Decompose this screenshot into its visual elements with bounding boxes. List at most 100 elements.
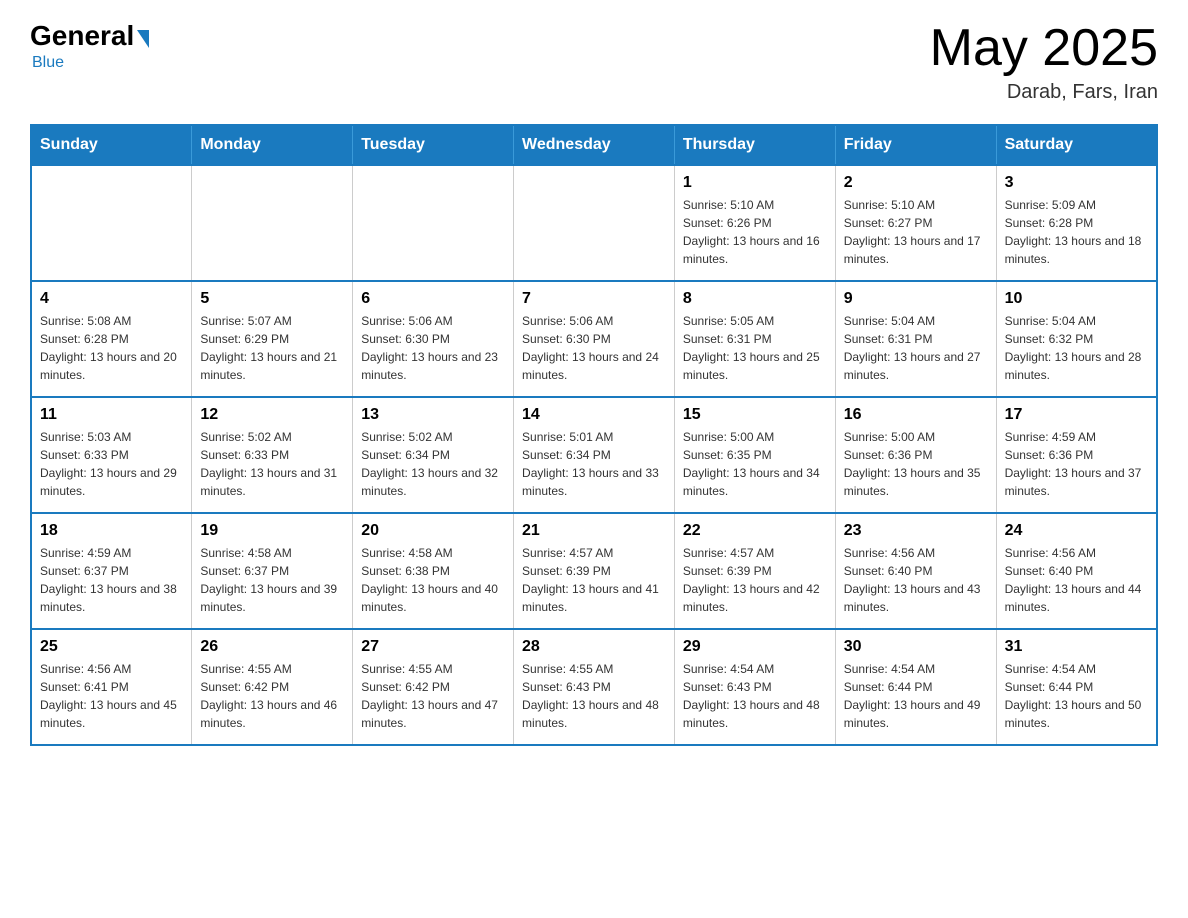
day-number: 5 xyxy=(200,290,344,308)
calendar-cell: 5 Sunrise: 5:07 AM Sunset: 6:29 PM Daylig… xyxy=(192,281,353,397)
day-number: 27 xyxy=(361,638,505,656)
day-number: 6 xyxy=(361,290,505,308)
calendar-table: SundayMondayTuesdayWednesdayThursdayFrid… xyxy=(30,124,1158,746)
day-info: Sunrise: 4:58 AM Sunset: 6:37 PM Dayligh… xyxy=(200,544,344,616)
day-number: 8 xyxy=(683,290,827,308)
day-number: 13 xyxy=(361,406,505,424)
day-number: 19 xyxy=(200,522,344,540)
calendar-cell: 1Sunrise: 5:10 AM Sunset: 6:26 PM Daylig… xyxy=(674,165,835,281)
day-info: Sunrise: 4:58 AM Sunset: 6:38 PM Dayligh… xyxy=(361,544,505,616)
day-info: Sunrise: 5:01 AM Sunset: 6:34 PM Dayligh… xyxy=(522,428,666,500)
logo-arrow-icon xyxy=(137,30,149,48)
calendar-cell: 18 Sunrise: 4:59 AM Sunset: 6:37 PM Dayli… xyxy=(31,513,192,629)
day-info: Sunrise: 5:10 AM Sunset: 6:26 PM Dayligh… xyxy=(683,196,827,268)
calendar-cell: 27 Sunrise: 4:55 AM Sunset: 6:42 PM Dayli… xyxy=(353,629,514,745)
day-info: Sunrise: 4:55 AM Sunset: 6:42 PM Dayligh… xyxy=(200,660,344,732)
day-info: Sunrise: 5:03 AM Sunset: 6:33 PM Dayligh… xyxy=(40,428,183,500)
day-number: 15 xyxy=(683,406,827,424)
calendar-cell: 25 Sunrise: 4:56 AM Sunset: 6:41 PM Dayli… xyxy=(31,629,192,745)
calendar-cell: 7 Sunrise: 5:06 AM Sunset: 6:30 PM Daylig… xyxy=(514,281,675,397)
calendar-cell: 11Sunrise: 5:03 AM Sunset: 6:33 PM Dayli… xyxy=(31,397,192,513)
calendar-cell: 9 Sunrise: 5:04 AM Sunset: 6:31 PM Daylig… xyxy=(835,281,996,397)
day-info: Sunrise: 5:06 AM Sunset: 6:30 PM Dayligh… xyxy=(361,312,505,384)
calendar-week-row: 11Sunrise: 5:03 AM Sunset: 6:33 PM Dayli… xyxy=(31,397,1157,513)
weekday-header-friday: Friday xyxy=(835,125,996,165)
calendar-cell xyxy=(31,165,192,281)
calendar-cell: 3 Sunrise: 5:09 AM Sunset: 6:28 PM Daylig… xyxy=(996,165,1157,281)
day-info: Sunrise: 5:06 AM Sunset: 6:30 PM Dayligh… xyxy=(522,312,666,384)
day-info: Sunrise: 4:57 AM Sunset: 6:39 PM Dayligh… xyxy=(683,544,827,616)
day-info: Sunrise: 5:07 AM Sunset: 6:29 PM Dayligh… xyxy=(200,312,344,384)
day-info: Sunrise: 5:00 AM Sunset: 6:36 PM Dayligh… xyxy=(844,428,988,500)
calendar-cell: 23 Sunrise: 4:56 AM Sunset: 6:40 PM Dayli… xyxy=(835,513,996,629)
weekday-header-sunday: Sunday xyxy=(31,125,192,165)
day-number: 4 xyxy=(40,290,183,308)
day-info: Sunrise: 4:56 AM Sunset: 6:40 PM Dayligh… xyxy=(1005,544,1148,616)
day-info: Sunrise: 4:55 AM Sunset: 6:42 PM Dayligh… xyxy=(361,660,505,732)
location-subtitle: Darab, Fars, Iran xyxy=(930,81,1158,104)
weekday-header-tuesday: Tuesday xyxy=(353,125,514,165)
calendar-week-row: 1Sunrise: 5:10 AM Sunset: 6:26 PM Daylig… xyxy=(31,165,1157,281)
page-header: General Blue May 2025 Darab, Fars, Iran xyxy=(30,20,1158,104)
calendar-cell: 8 Sunrise: 5:05 AM Sunset: 6:31 PM Daylig… xyxy=(674,281,835,397)
day-number: 18 xyxy=(40,522,183,540)
calendar-cell xyxy=(192,165,353,281)
day-number: 26 xyxy=(200,638,344,656)
day-info: Sunrise: 5:10 AM Sunset: 6:27 PM Dayligh… xyxy=(844,196,988,268)
day-info: Sunrise: 4:54 AM Sunset: 6:43 PM Dayligh… xyxy=(683,660,827,732)
weekday-header-wednesday: Wednesday xyxy=(514,125,675,165)
calendar-cell: 30 Sunrise: 4:54 AM Sunset: 6:44 PM Dayli… xyxy=(835,629,996,745)
day-info: Sunrise: 5:09 AM Sunset: 6:28 PM Dayligh… xyxy=(1005,196,1148,268)
day-info: Sunrise: 5:04 AM Sunset: 6:32 PM Dayligh… xyxy=(1005,312,1148,384)
day-info: Sunrise: 4:54 AM Sunset: 6:44 PM Dayligh… xyxy=(844,660,988,732)
calendar-cell: 16Sunrise: 5:00 AM Sunset: 6:36 PM Dayli… xyxy=(835,397,996,513)
day-number: 29 xyxy=(683,638,827,656)
day-number: 30 xyxy=(844,638,988,656)
weekday-header-monday: Monday xyxy=(192,125,353,165)
calendar-cell: 2 Sunrise: 5:10 AM Sunset: 6:27 PM Daylig… xyxy=(835,165,996,281)
calendar-cell xyxy=(353,165,514,281)
day-number: 12 xyxy=(200,406,344,424)
day-info: Sunrise: 5:05 AM Sunset: 6:31 PM Dayligh… xyxy=(683,312,827,384)
weekday-header-saturday: Saturday xyxy=(996,125,1157,165)
day-number: 24 xyxy=(1005,522,1148,540)
calendar-cell: 29 Sunrise: 4:54 AM Sunset: 6:43 PM Dayli… xyxy=(674,629,835,745)
day-number: 7 xyxy=(522,290,666,308)
logo-blue-text: Blue xyxy=(32,54,64,72)
calendar-cell: 12 Sunrise: 5:02 AM Sunset: 6:33 PM Dayli… xyxy=(192,397,353,513)
calendar-week-row: 25 Sunrise: 4:56 AM Sunset: 6:41 PM Dayli… xyxy=(31,629,1157,745)
calendar-cell: 14Sunrise: 5:01 AM Sunset: 6:34 PM Dayli… xyxy=(514,397,675,513)
day-number: 20 xyxy=(361,522,505,540)
day-number: 10 xyxy=(1005,290,1148,308)
calendar-cell: 24 Sunrise: 4:56 AM Sunset: 6:40 PM Dayli… xyxy=(996,513,1157,629)
calendar-cell: 13 Sunrise: 5:02 AM Sunset: 6:34 PM Dayli… xyxy=(353,397,514,513)
day-number: 3 xyxy=(1005,174,1148,192)
calendar-cell: 19 Sunrise: 4:58 AM Sunset: 6:37 PM Dayli… xyxy=(192,513,353,629)
day-number: 28 xyxy=(522,638,666,656)
title-block: May 2025 Darab, Fars, Iran xyxy=(930,20,1158,104)
day-info: Sunrise: 5:04 AM Sunset: 6:31 PM Dayligh… xyxy=(844,312,988,384)
day-number: 23 xyxy=(844,522,988,540)
calendar-week-row: 18 Sunrise: 4:59 AM Sunset: 6:37 PM Dayli… xyxy=(31,513,1157,629)
calendar-cell: 26 Sunrise: 4:55 AM Sunset: 6:42 PM Dayli… xyxy=(192,629,353,745)
day-info: Sunrise: 5:02 AM Sunset: 6:33 PM Dayligh… xyxy=(200,428,344,500)
day-info: Sunrise: 4:59 AM Sunset: 6:37 PM Dayligh… xyxy=(40,544,183,616)
calendar-cell: 20 Sunrise: 4:58 AM Sunset: 6:38 PM Dayli… xyxy=(353,513,514,629)
calendar-week-row: 4Sunrise: 5:08 AM Sunset: 6:28 PM Daylig… xyxy=(31,281,1157,397)
day-number: 25 xyxy=(40,638,183,656)
month-year-title: May 2025 xyxy=(930,20,1158,77)
day-info: Sunrise: 4:55 AM Sunset: 6:43 PM Dayligh… xyxy=(522,660,666,732)
day-info: Sunrise: 4:56 AM Sunset: 6:40 PM Dayligh… xyxy=(844,544,988,616)
day-info: Sunrise: 5:02 AM Sunset: 6:34 PM Dayligh… xyxy=(361,428,505,500)
day-info: Sunrise: 4:56 AM Sunset: 6:41 PM Dayligh… xyxy=(40,660,183,732)
weekday-header-thursday: Thursday xyxy=(674,125,835,165)
calendar-cell: 28 Sunrise: 4:55 AM Sunset: 6:43 PM Dayli… xyxy=(514,629,675,745)
day-number: 21 xyxy=(522,522,666,540)
day-number: 9 xyxy=(844,290,988,308)
calendar-cell: 15Sunrise: 5:00 AM Sunset: 6:35 PM Dayli… xyxy=(674,397,835,513)
logo: General Blue xyxy=(30,20,149,72)
day-info: Sunrise: 4:54 AM Sunset: 6:44 PM Dayligh… xyxy=(1005,660,1148,732)
day-number: 2 xyxy=(844,174,988,192)
day-number: 22 xyxy=(683,522,827,540)
day-info: Sunrise: 4:57 AM Sunset: 6:39 PM Dayligh… xyxy=(522,544,666,616)
